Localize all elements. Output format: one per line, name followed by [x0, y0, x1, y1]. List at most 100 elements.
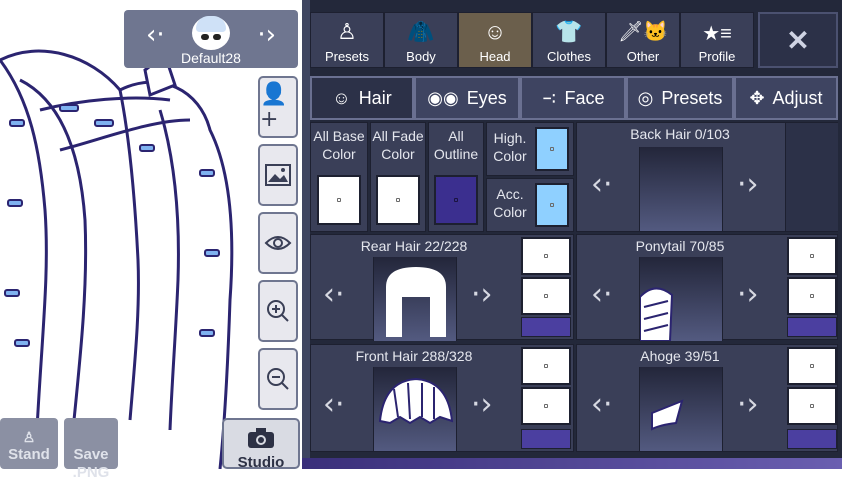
accent-color-label: Acc. Color: [493, 186, 527, 220]
back-hair-part: Back Hair 0/103 ‹· ·›: [576, 122, 838, 232]
character-avatar[interactable]: [192, 16, 230, 50]
close-button[interactable]: ✕: [758, 12, 838, 68]
move-icon: ✥: [749, 87, 765, 108]
tab-body[interactable]: 🧥 Body: [384, 12, 458, 68]
studio-button[interactable]: Studio: [222, 418, 300, 471]
head-icon: ☺: [483, 19, 507, 44]
highlight-color-label: High. Color: [493, 130, 527, 164]
tab-presets[interactable]: ♙ Presets: [310, 12, 384, 68]
all-fade-color-swatch[interactable]: [376, 175, 420, 225]
accent-color-swatch[interactable]: [535, 183, 569, 227]
tab-body-label: Body: [406, 49, 436, 64]
rear-hair-label: Rear Hair 22/228: [360, 238, 468, 254]
ponytail-base-swatch[interactable]: [787, 237, 837, 275]
rear-hair-fade-swatch[interactable]: [521, 277, 571, 315]
zoom-out-icon: [267, 368, 289, 390]
stand-figure-icon: ♙: [22, 429, 36, 445]
front-hair-part: Front Hair 288/328 ‹· ·›: [310, 344, 574, 452]
back-hair-preview: [639, 147, 723, 231]
shirt-icon: 👕: [555, 19, 583, 44]
ahoge-outline-swatch[interactable]: [787, 429, 837, 449]
ponytail-next-icon[interactable]: ·›: [737, 277, 759, 312]
next-character-icon[interactable]: ·›: [257, 20, 276, 50]
front-hair-outline-swatch[interactable]: [521, 429, 571, 449]
save-png-label: Save .PNG: [72, 446, 110, 481]
add-character-button[interactable]: 👤+: [258, 76, 298, 138]
preset-figure-icon: ♙: [337, 19, 357, 44]
front-hair-base-swatch[interactable]: [521, 347, 571, 385]
subtab-presets[interactable]: ◎ Presets: [626, 76, 734, 120]
tab-other-label: Other: [626, 49, 660, 64]
subtab-face[interactable]: ∹ Face: [520, 76, 626, 120]
background-button[interactable]: [258, 144, 298, 206]
ahoge-thumbnail: [651, 399, 684, 431]
ponytail-outline-swatch[interactable]: [787, 317, 837, 337]
character-hair-drawing: [0, 49, 234, 469]
rear-hair-part: Rear Hair 22/228 ‹· ·›: [310, 234, 574, 341]
ponytail-label: Ponytail 70/85: [635, 238, 725, 254]
subtab-hair-label: Hair: [358, 87, 392, 108]
prev-character-icon[interactable]: ‹·: [146, 20, 165, 50]
jacket-icon: 🧥: [407, 19, 435, 44]
all-fade-color-label: All Fade Color: [372, 128, 424, 162]
camera-icon: [248, 428, 274, 448]
ahoge-base-swatch[interactable]: [787, 347, 837, 385]
front-hair-fade-swatch[interactable]: [521, 387, 571, 425]
highlight-color-swatch[interactable]: [535, 127, 569, 171]
front-hair-label: Front Hair 288/328: [355, 348, 473, 364]
front-hair-preview: [373, 367, 457, 451]
subtab-eyes[interactable]: ◉◉ Eyes: [414, 76, 520, 120]
rear-hair-outline-swatch[interactable]: [521, 317, 571, 337]
all-base-color-control: All Base Color: [310, 122, 368, 232]
ponytail-thumbnail: [639, 287, 674, 342]
front-hair-next-icon[interactable]: ·›: [471, 387, 493, 422]
stand-label: Stand: [8, 446, 50, 463]
subtab-presets-label: Presets: [661, 87, 723, 108]
back-hair-label: Back Hair 0/103: [630, 126, 730, 142]
tab-clothes-label: Clothes: [546, 49, 592, 64]
save-png-button[interactable]: Save .PNG: [64, 418, 118, 481]
accent-color-control: Acc. Color: [486, 178, 574, 232]
eyes-icon: ◉◉: [427, 87, 459, 108]
ahoge-label: Ahoge 39/51: [640, 348, 720, 364]
rear-hair-next-icon[interactable]: ·›: [471, 277, 493, 312]
all-outline-control: All Outline: [428, 122, 484, 232]
rear-hair-preview: [373, 257, 457, 341]
front-hair-prev-icon[interactable]: ‹·: [323, 387, 345, 422]
stand-button[interactable]: ♙ Stand: [0, 418, 58, 469]
rear-hair-base-swatch[interactable]: [521, 237, 571, 275]
rear-hair-prev-icon[interactable]: ‹·: [323, 277, 345, 312]
ahoge-prev-icon[interactable]: ‹·: [591, 387, 613, 422]
all-outline-label: All Outline: [433, 128, 479, 162]
highlight-color-control: High. Color: [486, 122, 574, 176]
all-outline-swatch[interactable]: [434, 175, 478, 225]
ahoge-part: Ahoge 39/51 ‹· ·›: [576, 344, 838, 452]
visibility-button[interactable]: [258, 212, 298, 274]
ponytail-part: Ponytail 70/85 ‹· ·›: [576, 234, 838, 342]
tab-other[interactable]: 🗡🐱 Other: [606, 12, 680, 68]
character-selector: ‹· ·› Default28: [124, 10, 298, 68]
ponytail-fade-swatch[interactable]: [787, 277, 837, 315]
zoom-in-button[interactable]: [258, 280, 298, 342]
zoom-out-button[interactable]: [258, 348, 298, 410]
studio-label: Studio: [237, 454, 285, 471]
ahoge-fade-swatch[interactable]: [787, 387, 837, 425]
sword-cat-icon: 🗡🐱: [617, 21, 669, 43]
ponytail-preview: [639, 257, 723, 342]
panel-divider: [302, 0, 310, 469]
ahoge-next-icon[interactable]: ·›: [737, 387, 759, 422]
subtab-adjust-label: Adjust: [772, 87, 823, 108]
add-person-icon: 👤+: [260, 82, 288, 132]
ponytail-prev-icon[interactable]: ‹·: [591, 277, 613, 312]
character-canvas[interactable]: [0, 0, 302, 469]
ahoge-preview: [639, 367, 723, 451]
back-hair-prev-icon[interactable]: ‹·: [591, 167, 613, 202]
tab-profile[interactable]: ★≡ Profile: [680, 12, 754, 68]
back-hair-next-icon[interactable]: ·›: [737, 167, 759, 202]
front-hair-thumbnail: [378, 377, 454, 425]
tab-clothes[interactable]: 👕 Clothes: [532, 12, 606, 68]
all-base-color-swatch[interactable]: [317, 175, 361, 225]
subtab-hair[interactable]: ☺ Hair: [310, 76, 414, 120]
subtab-adjust[interactable]: ✥ Adjust: [734, 76, 838, 120]
tab-head[interactable]: ☺ Head: [458, 12, 532, 68]
